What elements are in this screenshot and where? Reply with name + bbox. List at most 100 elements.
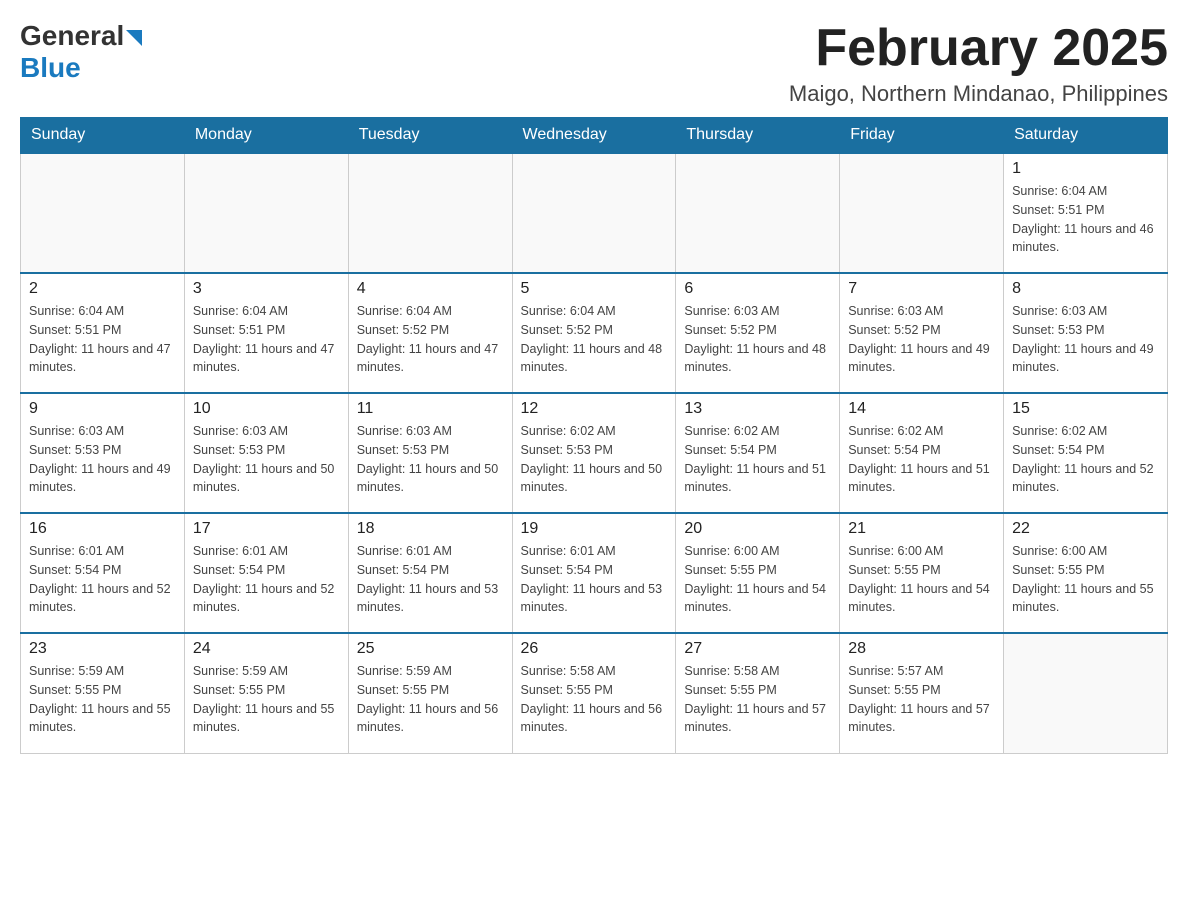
day-info: Sunrise: 6:01 AMSunset: 5:54 PMDaylight:… xyxy=(357,542,504,617)
day-number: 11 xyxy=(357,400,504,418)
week-row-5: 23 Sunrise: 5:59 AMSunset: 5:55 PMDayligh… xyxy=(21,633,1168,753)
title-section: February 2025 Maigo, Northern Mindanao, … xyxy=(789,20,1168,107)
day-number: 4 xyxy=(357,280,504,298)
table-row: 18 Sunrise: 6:01 AMSunset: 5:54 PMDayligh… xyxy=(348,513,512,633)
day-info: Sunrise: 6:03 AMSunset: 5:52 PMDaylight:… xyxy=(684,302,831,377)
table-row: 10 Sunrise: 6:03 AMSunset: 5:53 PMDayligh… xyxy=(184,393,348,513)
table-row: 24Sunrise: 5:59 AMSunset: 5:55 PMDayligh… xyxy=(184,633,348,753)
table-row: 12 Sunrise: 6:02 AMSunset: 5:53 PMDayligh… xyxy=(512,393,676,513)
table-row: 14 Sunrise: 6:02 AMSunset: 5:54 PMDayligh… xyxy=(840,393,1004,513)
day-info: Sunrise: 6:03 AMSunset: 5:53 PMDaylight:… xyxy=(29,422,176,497)
table-row: 4 Sunrise: 6:04 AMSunset: 5:52 PMDaylight… xyxy=(348,273,512,393)
day-info: Sunrise: 5:57 AMSunset: 5:55 PMDaylight:… xyxy=(848,662,995,737)
table-row: 9 Sunrise: 6:03 AMSunset: 5:53 PMDaylight… xyxy=(21,393,185,513)
day-info: Sunrise: 6:02 AMSunset: 5:54 PMDaylight:… xyxy=(684,422,831,497)
day-number: 13 xyxy=(684,400,831,418)
day-number: 25 xyxy=(357,640,504,658)
table-row: 21 Sunrise: 6:00 AMSunset: 5:55 PMDayligh… xyxy=(840,513,1004,633)
table-row: 8 Sunrise: 6:03 AMSunset: 5:53 PMDaylight… xyxy=(1004,273,1168,393)
table-row xyxy=(676,153,840,273)
table-row: 23Sunrise: 5:59 AMSunset: 5:55 PMDayligh… xyxy=(21,633,185,753)
day-info: Sunrise: 6:02 AMSunset: 5:53 PMDaylight:… xyxy=(521,422,668,497)
day-number: 22 xyxy=(1012,520,1159,538)
header-thursday: Thursday xyxy=(676,118,840,154)
day-info: Sunrise: 6:01 AMSunset: 5:54 PMDaylight:… xyxy=(521,542,668,617)
table-row: 28Sunrise: 5:57 AMSunset: 5:55 PMDayligh… xyxy=(840,633,1004,753)
table-row: 5 Sunrise: 6:04 AMSunset: 5:52 PMDaylight… xyxy=(512,273,676,393)
day-info: Sunrise: 6:03 AMSunset: 5:53 PMDaylight:… xyxy=(193,422,340,497)
day-number: 15 xyxy=(1012,400,1159,418)
day-number: 27 xyxy=(684,640,831,658)
day-number: 16 xyxy=(29,520,176,538)
table-row: 1Sunrise: 6:04 AMSunset: 5:51 PMDaylight… xyxy=(1004,153,1168,273)
header-wednesday: Wednesday xyxy=(512,118,676,154)
table-row: 19Sunrise: 6:01 AMSunset: 5:54 PMDayligh… xyxy=(512,513,676,633)
day-info: Sunrise: 6:03 AMSunset: 5:53 PMDaylight:… xyxy=(357,422,504,497)
location-text: Maigo, Northern Mindanao, Philippines xyxy=(789,81,1168,107)
week-row-3: 9 Sunrise: 6:03 AMSunset: 5:53 PMDaylight… xyxy=(21,393,1168,513)
table-row: 11 Sunrise: 6:03 AMSunset: 5:53 PMDayligh… xyxy=(348,393,512,513)
day-info: Sunrise: 6:03 AMSunset: 5:52 PMDaylight:… xyxy=(848,302,995,377)
table-row: 26Sunrise: 5:58 AMSunset: 5:55 PMDayligh… xyxy=(512,633,676,753)
table-row: 27 Sunrise: 5:58 AMSunset: 5:55 PMDayligh… xyxy=(676,633,840,753)
day-info: Sunrise: 6:00 AMSunset: 5:55 PMDaylight:… xyxy=(684,542,831,617)
day-number: 12 xyxy=(521,400,668,418)
day-number: 21 xyxy=(848,520,995,538)
day-number: 6 xyxy=(684,280,831,298)
table-row xyxy=(512,153,676,273)
day-number: 8 xyxy=(1012,280,1159,298)
day-info: Sunrise: 6:02 AMSunset: 5:54 PMDaylight:… xyxy=(1012,422,1159,497)
day-info: Sunrise: 6:03 AMSunset: 5:53 PMDaylight:… xyxy=(1012,302,1159,377)
day-info: Sunrise: 6:04 AMSunset: 5:51 PMDaylight:… xyxy=(29,302,176,377)
day-number: 14 xyxy=(848,400,995,418)
logo-general-text: General xyxy=(20,20,124,52)
day-number: 26 xyxy=(521,640,668,658)
table-row: 17 Sunrise: 6:01 AMSunset: 5:54 PMDayligh… xyxy=(184,513,348,633)
week-row-1: 1Sunrise: 6:04 AMSunset: 5:51 PMDaylight… xyxy=(21,153,1168,273)
day-info: Sunrise: 6:00 AMSunset: 5:55 PMDaylight:… xyxy=(1012,542,1159,617)
weekday-header-row: Sunday Monday Tuesday Wednesday Thursday… xyxy=(21,118,1168,154)
table-row xyxy=(21,153,185,273)
day-info: Sunrise: 6:01 AMSunset: 5:54 PMDaylight:… xyxy=(29,542,176,617)
table-row: 2Sunrise: 6:04 AMSunset: 5:51 PMDaylight… xyxy=(21,273,185,393)
day-number: 17 xyxy=(193,520,340,538)
header-tuesday: Tuesday xyxy=(348,118,512,154)
table-row: 3 Sunrise: 6:04 AMSunset: 5:51 PMDaylight… xyxy=(184,273,348,393)
day-info: Sunrise: 5:59 AMSunset: 5:55 PMDaylight:… xyxy=(193,662,340,737)
header-monday: Monday xyxy=(184,118,348,154)
day-info: Sunrise: 6:00 AMSunset: 5:55 PMDaylight:… xyxy=(848,542,995,617)
table-row xyxy=(1004,633,1168,753)
day-number: 3 xyxy=(193,280,340,298)
day-number: 18 xyxy=(357,520,504,538)
table-row: 22 Sunrise: 6:00 AMSunset: 5:55 PMDayligh… xyxy=(1004,513,1168,633)
day-info: Sunrise: 5:58 AMSunset: 5:55 PMDaylight:… xyxy=(684,662,831,737)
day-info: Sunrise: 6:01 AMSunset: 5:54 PMDaylight:… xyxy=(193,542,340,617)
table-row: 16 Sunrise: 6:01 AMSunset: 5:54 PMDayligh… xyxy=(21,513,185,633)
day-info: Sunrise: 6:04 AMSunset: 5:52 PMDaylight:… xyxy=(521,302,668,377)
day-info: Sunrise: 6:02 AMSunset: 5:54 PMDaylight:… xyxy=(848,422,995,497)
day-info: Sunrise: 6:04 AMSunset: 5:52 PMDaylight:… xyxy=(357,302,504,377)
day-number: 10 xyxy=(193,400,340,418)
day-number: 9 xyxy=(29,400,176,418)
week-row-4: 16 Sunrise: 6:01 AMSunset: 5:54 PMDayligh… xyxy=(21,513,1168,633)
table-row: 20 Sunrise: 6:00 AMSunset: 5:55 PMDayligh… xyxy=(676,513,840,633)
table-row: 6 Sunrise: 6:03 AMSunset: 5:52 PMDaylight… xyxy=(676,273,840,393)
day-info: Sunrise: 6:04 AMSunset: 5:51 PMDaylight:… xyxy=(193,302,340,377)
day-number: 20 xyxy=(684,520,831,538)
day-number: 5 xyxy=(521,280,668,298)
day-number: 1 xyxy=(1012,160,1159,178)
logo: General Blue xyxy=(20,20,142,84)
day-info: Sunrise: 5:59 AMSunset: 5:55 PMDaylight:… xyxy=(357,662,504,737)
page-header: General Blue February 2025 Maigo, Northe… xyxy=(20,20,1168,107)
logo-arrow-icon xyxy=(126,30,142,46)
table-row xyxy=(840,153,1004,273)
week-row-2: 2Sunrise: 6:04 AMSunset: 5:51 PMDaylight… xyxy=(21,273,1168,393)
header-saturday: Saturday xyxy=(1004,118,1168,154)
table-row: 15 Sunrise: 6:02 AMSunset: 5:54 PMDayligh… xyxy=(1004,393,1168,513)
day-number: 23 xyxy=(29,640,176,658)
table-row: 25 Sunrise: 5:59 AMSunset: 5:55 PMDayligh… xyxy=(348,633,512,753)
table-row: 7 Sunrise: 6:03 AMSunset: 5:52 PMDaylight… xyxy=(840,273,1004,393)
table-row: 13 Sunrise: 6:02 AMSunset: 5:54 PMDayligh… xyxy=(676,393,840,513)
day-number: 7 xyxy=(848,280,995,298)
calendar-table: Sunday Monday Tuesday Wednesday Thursday… xyxy=(20,117,1168,754)
